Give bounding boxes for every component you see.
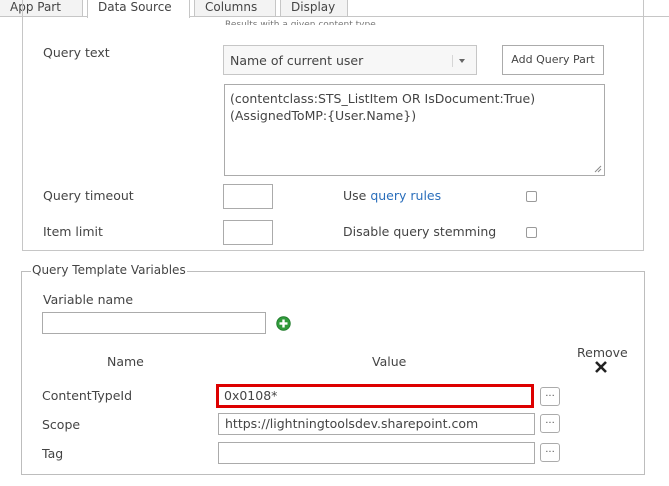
query-part-select[interactable]: Name of current user (223, 45, 477, 75)
query-text-line-1: (contentclass:STS_ListItem OR IsDocument… (230, 91, 536, 106)
add-variable-icon[interactable] (276, 316, 291, 331)
clipped-hint-text: Results with a given content type. (225, 20, 379, 25)
template-variables-legend: Query Template Variables (31, 263, 187, 277)
query-text-line-2: (AssignedToMP:{User.Name}) (230, 108, 417, 123)
row-scope-ellipsis-button[interactable]: ... (540, 414, 560, 433)
row-scope-name: Scope (42, 417, 81, 432)
add-query-part-button[interactable]: Add Query Part (502, 45, 604, 75)
row-contenttypeid-name: ContentTypeId (42, 388, 133, 403)
query-part-select-value: Name of current user (230, 53, 364, 68)
item-limit-input[interactable] (223, 220, 273, 245)
chevron-down-icon (459, 59, 465, 63)
row-contenttypeid-value-input[interactable]: 0x0108* (216, 384, 534, 408)
query-timeout-input[interactable] (223, 184, 273, 209)
query-text-area[interactable]: (contentclass:STS_ListItem OR IsDocument… (224, 84, 605, 176)
row-scope-value-input[interactable]: https://lightningtoolsdev.sharepoint.com (218, 413, 535, 435)
value-column-header: Value (372, 354, 407, 369)
row-contenttypeid-ellipsis-button[interactable]: ... (540, 387, 560, 406)
use-query-rules-checkbox[interactable] (526, 191, 537, 202)
query-timeout-label: Query timeout (43, 188, 134, 203)
name-column-header: Name (107, 354, 144, 369)
row-tag-name: Tag (42, 446, 64, 461)
disable-stemming-checkbox[interactable] (526, 227, 537, 238)
row-tag-value-input[interactable] (218, 442, 535, 464)
row-tag-ellipsis-button[interactable]: ... (540, 443, 560, 462)
query-text-label: Query text (43, 45, 110, 60)
item-limit-label: Item limit (43, 224, 103, 239)
variable-name-input[interactable] (42, 312, 266, 334)
query-rules-link[interactable]: query rules (370, 188, 441, 203)
disable-stemming-label: Disable query stemming (343, 224, 497, 239)
variable-name-label: Variable name (43, 292, 134, 307)
remove-column-header: Remove (577, 345, 628, 360)
resize-grip-icon[interactable] (594, 165, 602, 173)
use-query-rules-label: Use query rules (343, 188, 442, 203)
remove-all-icon[interactable] (594, 360, 608, 374)
